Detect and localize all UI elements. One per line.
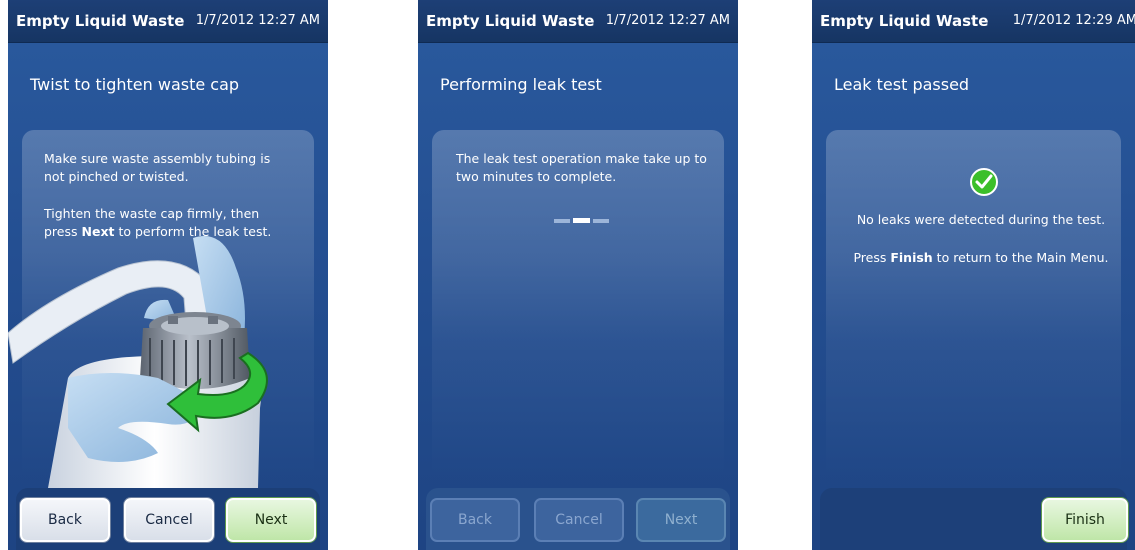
no-leaks-message: No leaks were detected during the test. — [856, 212, 1106, 227]
cancel-button[interactable]: Cancel — [124, 498, 214, 542]
check-circle-icon — [970, 168, 998, 196]
next-button[interactable]: Next — [226, 498, 316, 542]
title-bar: Empty Liquid Waste 1/7/2012 12:27 AM — [418, 0, 738, 43]
gloved-hands-tightening-cap-illustration — [8, 236, 268, 488]
leak-test-message: The leak test operation make take up to … — [456, 151, 707, 184]
title-bar: Empty Liquid Waste 1/7/2012 12:29 AM — [812, 0, 1135, 43]
instruction-tubing: Make sure waste assembly tubing is not p… — [44, 151, 271, 184]
finish-instruction: Press Finish to return to the Main Menu. — [853, 250, 1109, 265]
next-button[interactable]: Next — [636, 498, 726, 542]
datetime: 1/7/2012 12:27 AM — [605, 13, 730, 28]
back-button[interactable]: Back — [430, 498, 520, 542]
title-bar: Empty Liquid Waste 1/7/2012 12:27 AM — [8, 0, 328, 43]
finish-keyword: Finish — [890, 250, 933, 265]
message-panel: The leak test operation make take up to … — [432, 130, 724, 480]
screen-leak-passed: Empty Liquid Waste 1/7/2012 12:29 AM Lea… — [812, 0, 1135, 550]
back-button[interactable]: Back — [20, 498, 110, 542]
result-panel: No leaks were detected during the test. … — [826, 130, 1121, 480]
screen-tighten-cap: Empty Liquid Waste 1/7/2012 12:27 AM Twi… — [8, 0, 328, 550]
datetime: 1/7/2012 12:29 AM — [1012, 13, 1135, 28]
screen-title: Empty Liquid Waste — [820, 12, 989, 30]
step-heading: Leak test passed — [834, 75, 970, 94]
busy-dots-indicator — [554, 218, 610, 224]
cancel-button[interactable]: Cancel — [534, 498, 624, 542]
finish-button[interactable]: Finish — [1042, 498, 1128, 542]
datetime: 1/7/2012 12:27 AM — [195, 13, 320, 28]
step-heading: Twist to tighten waste cap — [30, 75, 240, 94]
screen-title: Empty Liquid Waste — [16, 12, 185, 30]
step-heading: Performing leak test — [440, 75, 602, 94]
screen-leak-test: Empty Liquid Waste 1/7/2012 12:27 AM Per… — [418, 0, 738, 550]
screen-title: Empty Liquid Waste — [426, 12, 595, 30]
